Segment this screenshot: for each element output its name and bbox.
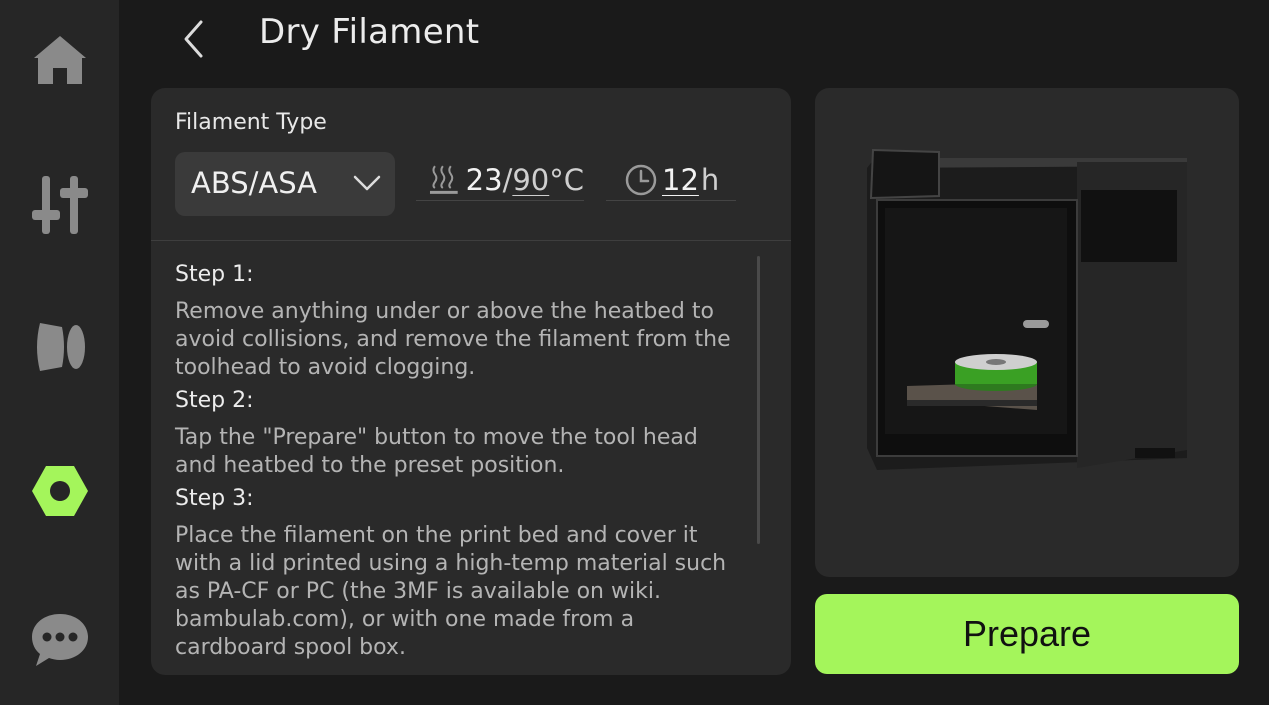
steps-list: Step 1: Remove anything under or above t… bbox=[175, 258, 745, 666]
filament-type-value: ABS/ASA bbox=[191, 166, 318, 200]
heat-icon bbox=[429, 165, 458, 194]
instructions-panel: Filament Type ABS/ASA 23 / 90 °C 12 h St… bbox=[151, 88, 791, 675]
page-title: Dry Filament bbox=[259, 12, 480, 52]
duration-value[interactable]: 12 bbox=[662, 163, 699, 197]
step-text: Remove anything under or above the heatb… bbox=[175, 299, 731, 380]
sidebar-item-settings[interactable] bbox=[0, 441, 119, 541]
duration-unit: h bbox=[700, 163, 720, 197]
printer-image-card bbox=[815, 88, 1239, 577]
chevron-down-icon bbox=[353, 175, 381, 191]
main-content: Dry Filament Filament Type ABS/ASA 23 / … bbox=[119, 0, 1269, 705]
target-temperature[interactable]: 90 bbox=[512, 163, 549, 197]
duration-setting[interactable]: 12 h bbox=[606, 160, 736, 201]
temperature-unit: °C bbox=[549, 163, 584, 197]
temperature-separator: / bbox=[502, 163, 513, 197]
prepare-button[interactable]: Prepare bbox=[815, 594, 1239, 674]
filament-type-select[interactable]: ABS/ASA bbox=[175, 152, 395, 216]
step-title: Step 1: bbox=[175, 262, 254, 287]
sidebar-item-chat[interactable] bbox=[0, 590, 119, 690]
chevron-left-icon bbox=[184, 20, 203, 58]
filament-icon bbox=[36, 323, 85, 371]
sidebar-item-filament[interactable] bbox=[0, 297, 119, 397]
controls-icon bbox=[31, 176, 88, 234]
step-title: Step 2: bbox=[175, 388, 254, 413]
step-text: Place the filament on the print bed and … bbox=[175, 523, 727, 660]
scrollbar[interactable] bbox=[757, 256, 760, 544]
chat-icon bbox=[31, 614, 88, 666]
prepare-button-label: Prepare bbox=[962, 613, 1092, 654]
printer-image bbox=[867, 148, 1187, 470]
sidebar-item-home[interactable] bbox=[0, 10, 119, 110]
step-title: Step 3: bbox=[175, 486, 254, 511]
filament-type-label: Filament Type bbox=[175, 110, 327, 135]
settings-icon bbox=[31, 466, 88, 516]
sidebar bbox=[0, 0, 119, 705]
home-icon bbox=[33, 36, 86, 84]
current-temperature: 23 bbox=[465, 163, 503, 197]
temperature-setting[interactable]: 23 / 90 °C bbox=[416, 160, 584, 201]
step-text: Tap the "Prepare" button to move the too… bbox=[175, 425, 698, 478]
divider bbox=[151, 240, 791, 241]
back-button[interactable] bbox=[171, 14, 215, 64]
sidebar-item-controls[interactable] bbox=[0, 154, 119, 254]
clock-icon bbox=[625, 164, 657, 196]
